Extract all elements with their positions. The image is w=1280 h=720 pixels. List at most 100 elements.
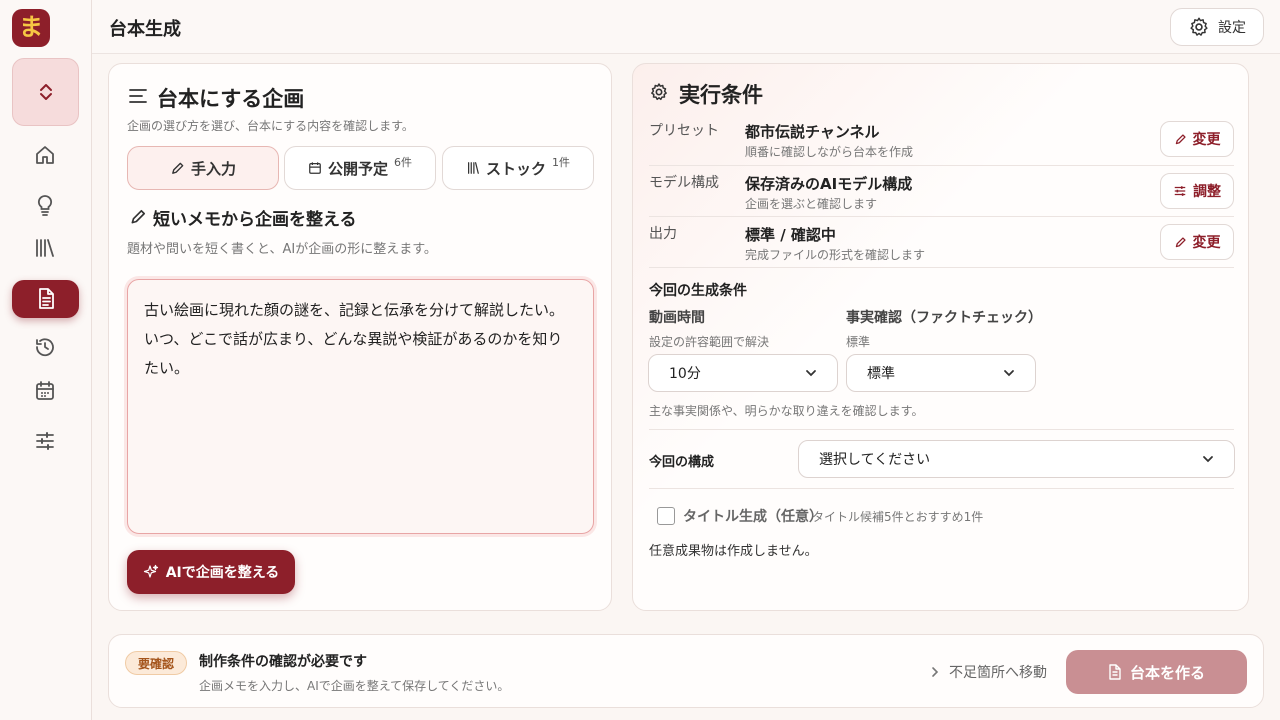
page-title: 台本生成 (109, 19, 181, 40)
document-icon (1109, 664, 1121, 680)
calendar-icon (36, 381, 54, 400)
top-header: 台本生成 設定 (92, 0, 1280, 54)
model-label: モデル構成 (649, 175, 719, 191)
title-gen-label: タイトル生成（任意） (683, 509, 823, 525)
structure-select[interactable]: 選択してください (798, 440, 1235, 478)
model-adjust-button[interactable]: 調整 (1160, 173, 1234, 209)
sliders-icon (1174, 186, 1186, 196)
preset-change-button[interactable]: 変更 (1160, 121, 1234, 157)
conditions-card: 実行条件 プリセット 都市伝説チャンネル 順番に確認しながら台本を作成 変更 モ… (632, 63, 1249, 611)
tab-stock-count: 1件 (552, 156, 570, 169)
conditions-title: 実行条件 (679, 83, 763, 107)
tab-stock-label: ストック (485, 159, 546, 178)
ai-refine-button[interactable]: AIで企画を整える (127, 550, 295, 594)
title-gen-hint: タイトル候補5件とおすすめ1件 (812, 510, 984, 524)
gear-icon (1190, 17, 1208, 36)
home-icon (36, 146, 54, 164)
output-sub: 完成ファイルの形式を確認します (745, 248, 926, 262)
output-change-label: 変更 (1192, 235, 1221, 251)
gear-icon (651, 83, 667, 101)
document-icon (38, 288, 54, 309)
memo-textarea[interactable]: 古い絵画に現れた顔の謎を、記録と伝承を分けて解説したい。 いつ、どこで話が広まり… (127, 279, 594, 534)
tab-stock[interactable]: ストック 1件 (442, 146, 594, 190)
history-icon (36, 338, 54, 357)
workspace-switcher[interactable] (12, 58, 79, 126)
chevron-down-icon (1004, 370, 1014, 377)
factcheck-hint: 標準 (846, 335, 871, 349)
gen-conditions-title: 今回の生成条件 (649, 283, 747, 299)
ai-refine-label: AIで企画を整える (165, 565, 280, 581)
title-gen-checkbox[interactable] (657, 507, 675, 525)
lightbulb-icon (37, 195, 53, 216)
divider (649, 267, 1234, 268)
factcheck-value: 標準 (867, 366, 895, 382)
divider (649, 165, 1234, 166)
tab-scheduled[interactable]: 公開予定 6件 (284, 146, 436, 190)
sliders-icon (36, 432, 54, 450)
preset-sub: 順番に確認しながら台本を作成 (745, 145, 914, 159)
sidebar: ま (0, 0, 92, 720)
divider (649, 216, 1234, 217)
chevron-up-down-icon (39, 84, 52, 100)
factcheck-note: 主な事実関係や、明らかな取り違えを確認します。 (649, 404, 924, 418)
preset-change-label: 変更 (1192, 132, 1221, 148)
chevron-down-icon (1203, 456, 1213, 463)
memo-line-2: いつ、どこで話が広まり、どんな異説や検証があるのかを知り (144, 330, 563, 348)
memo-hint: 題材や問いを短く書くと、AIが企画の形に整えます。 (127, 242, 437, 257)
pencil-icon (172, 162, 184, 174)
status-sub: 企画メモを入力し、AIで企画を整えて保存してください。 (199, 679, 510, 693)
output-label: 出力 (649, 226, 677, 242)
memo-line-1: 古い絵画に現れた顔の謎を、記録と伝承を分けて解説したい。 (144, 301, 565, 319)
sidebar-item-library[interactable] (22, 232, 68, 264)
structure-label: 今回の構成 (649, 455, 715, 470)
create-script-label: 台本を作る (1129, 663, 1205, 682)
calendar-icon (309, 162, 321, 174)
library-icon (36, 239, 54, 257)
create-script-button[interactable]: 台本を作る (1066, 650, 1247, 694)
model-value: 保存済みのAIモデル構成 (745, 175, 913, 193)
footer-status-bar: 要確認 制作条件の確認が必要です 企画メモを入力し、AIで企画を整えて保存してく… (108, 634, 1264, 708)
factcheck-label: 事実確認（ファクトチェック） (846, 310, 1042, 326)
output-change-button[interactable]: 変更 (1160, 224, 1234, 260)
tab-scheduled-count: 6件 (394, 156, 412, 169)
duration-select[interactable]: 10分 (648, 354, 838, 392)
sidebar-item-home[interactable] (22, 139, 68, 171)
chevron-right-icon (932, 667, 939, 677)
optional-note: 任意成果物は作成しません。 (649, 544, 818, 559)
sidebar-item-history[interactable] (22, 331, 68, 363)
output-value: 標準 / 確認中 (745, 226, 836, 244)
sidebar-item-ideas[interactable] (22, 189, 68, 221)
factcheck-select[interactable]: 標準 (846, 354, 1036, 392)
preset-value: 都市伝説チャンネル (745, 123, 880, 141)
sidebar-item-tuning[interactable] (22, 425, 68, 457)
app-logo[interactable]: ま (12, 9, 50, 47)
tab-manual[interactable]: 手入力 (127, 146, 279, 190)
preset-label: プリセット (649, 123, 719, 139)
sidebar-item-script[interactable] (12, 280, 79, 318)
planning-title: 台本にする企画 (157, 87, 305, 111)
memo-line-3: たい。 (144, 359, 190, 377)
library-icon (467, 162, 479, 174)
jump-label: 不足箇所へ移動 (949, 665, 1047, 681)
sparkle-icon (143, 564, 158, 578)
status-message: 制作条件の確認が必要です (199, 654, 367, 670)
chevron-down-icon (806, 370, 816, 377)
pencil-icon (131, 209, 146, 224)
sidebar-item-calendar[interactable] (22, 375, 68, 407)
menu-icon (129, 89, 147, 103)
planning-subtitle: 企画の選び方を選び、台本にする内容を確認します。 (127, 119, 414, 133)
duration-value: 10分 (669, 366, 701, 382)
settings-button[interactable]: 設定 (1170, 8, 1264, 46)
structure-value: 選択してください (819, 452, 931, 468)
divider (649, 429, 1234, 430)
model-adjust-label: 調整 (1193, 184, 1221, 200)
duration-label: 動画時間 (649, 310, 705, 326)
pencil-icon (1175, 236, 1186, 247)
jump-to-missing-link[interactable]: 不足箇所へ移動 (931, 662, 1047, 682)
tab-scheduled-label: 公開予定 (327, 159, 388, 178)
memo-title: 短いメモから企画を整える (153, 210, 357, 230)
pencil-icon (1175, 133, 1186, 144)
duration-hint: 設定の許容範囲で解決 (649, 335, 770, 349)
model-sub: 企画を選ぶと確認します (745, 197, 878, 211)
divider (649, 488, 1234, 489)
